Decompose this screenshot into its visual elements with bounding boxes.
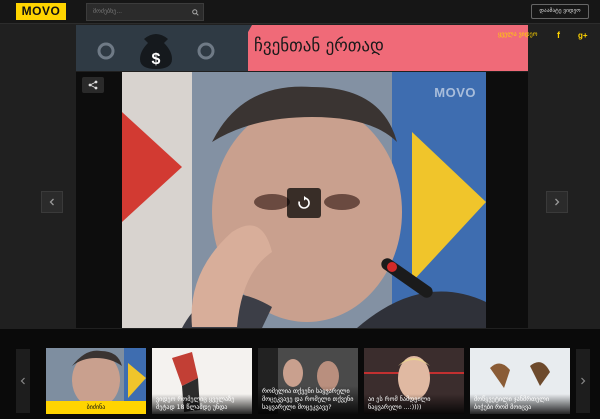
svg-text:$: $ [152,51,161,68]
search-button[interactable] [187,4,203,20]
ad-banner[interactable]: $ ჩვენთან ერთად [76,25,528,71]
thumbnail-caption: ვიდეო რომელიც ყველაზე მეტად 18 წლამდე უნ… [152,394,252,414]
thumbnail-caption: რომელია თქვენი საყვარელი მოცეკვავე და რო… [258,386,358,414]
facebook-icon[interactable]: f [557,30,560,40]
thumbnail-1[interactable]: ბიძინა [46,348,146,414]
thumbnail-caption: ბიძინა [46,401,146,414]
share-button[interactable] [82,77,104,93]
thumbnail-3[interactable]: რომელია თქვენი საყვარელი მოცეკვავე და რო… [258,348,358,414]
site-logo[interactable]: MOVO [16,3,66,20]
thumbnail-2[interactable]: ვიდეო რომელიც ყველაზე მეტად 18 წლამდე უნ… [152,348,252,414]
google-plus-icon[interactable]: g+ [578,31,588,40]
all-videos-link[interactable]: ყველა ვიდეო [498,31,537,38]
related-videos-strip: ბიძინა ვიდეო რომელიც ყველაზე მეტად 18 წლ… [0,329,600,419]
search-icon [191,8,199,16]
money-bag-icon: $ [97,34,215,69]
replay-icon [298,196,310,209]
prev-video-button[interactable] [41,191,63,213]
ad-dark-panel: $ [76,25,248,71]
search-input[interactable] [93,8,187,15]
chevron-right-icon [581,377,586,385]
ad-wedge [226,25,252,71]
strip-next-button[interactable] [576,349,590,413]
video-frame[interactable]: MOVO [122,72,486,328]
share-icon [88,80,98,90]
top-bar: MOVO დაამატე ვიდეო [0,0,600,24]
video-player[interactable]: MOVO [76,72,528,328]
replay-button[interactable] [287,188,321,218]
thumbnail-5[interactable]: მოწყვეტილი ჯანმრთელი ბიჭები რომ მოიცვა [470,348,570,414]
video-watermark: MOVO [434,85,476,100]
chevron-left-icon [20,377,25,385]
thumbnail-caption: მოწყვეტილი ჯანმრთელი ბიჭები რომ მოიცვა [470,394,570,414]
chevron-left-icon [49,198,54,206]
chevron-right-icon [555,198,560,206]
next-video-button[interactable] [546,191,568,213]
thumbnail-caption: აი ეს რომ ნამდვილი ნაყვარელი ...:)))) [364,394,464,414]
search-box [86,3,204,21]
upload-video-button[interactable]: დაამატე ვიდეო [531,4,589,19]
thumbnail-4[interactable]: აი ეს რომ ნამდვილი ნაყვარელი ...:)))) [364,348,464,414]
strip-prev-button[interactable] [16,349,30,413]
ad-slogan: ჩვენთან ერთად [254,36,384,56]
